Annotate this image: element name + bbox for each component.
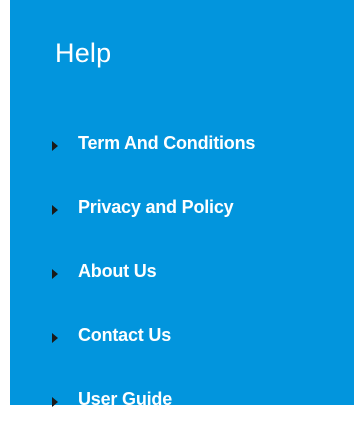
help-link-contact-us[interactable]: Contact Us <box>52 302 255 366</box>
help-link-label: About Us <box>78 260 157 281</box>
caret-right-icon <box>52 141 58 151</box>
help-link-label: User Guide <box>78 388 173 409</box>
help-link-label: Contact Us <box>78 324 172 345</box>
help-link-privacy-and-policy[interactable]: Privacy and Policy <box>52 174 255 238</box>
caret-right-icon <box>52 269 58 279</box>
help-link-about-us[interactable]: About Us <box>52 238 255 302</box>
help-link-user-guide[interactable]: User Guide <box>52 366 255 430</box>
help-panel: Help Term And Conditions Privacy and Pol… <box>10 0 354 409</box>
help-menu: Term And Conditions Privacy and Policy A… <box>52 110 255 430</box>
caret-right-icon <box>52 205 58 215</box>
help-link-terms-and-conditions[interactable]: Term And Conditions <box>52 110 255 174</box>
help-title: Help <box>55 38 112 68</box>
help-link-label: Term And Conditions <box>78 132 256 153</box>
help-link-label: Privacy and Policy <box>78 196 234 217</box>
caret-right-icon <box>52 333 58 343</box>
caret-right-icon <box>52 397 58 407</box>
